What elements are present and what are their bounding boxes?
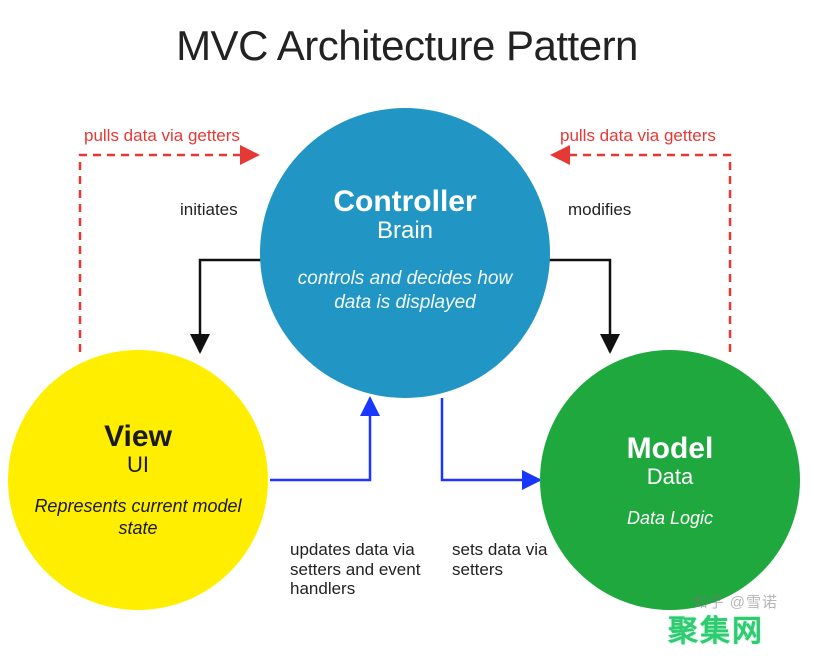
controller-node: Controller Brain controls and decides ho… [260, 108, 550, 398]
edge-initiates-label: initiates [180, 200, 238, 220]
model-subtitle: Data [647, 464, 693, 490]
edge-view-getters-label: pulls data via getters [84, 126, 240, 146]
watermark-site: 聚集网 [668, 606, 764, 650]
view-subtitle: UI [127, 452, 149, 478]
diagram-title: MVC Architecture Pattern [0, 22, 814, 70]
model-title: Model [627, 432, 714, 466]
controller-subtitle: Brain [377, 217, 433, 245]
controller-title: Controller [333, 185, 476, 219]
edge-modifies-label: modifies [568, 200, 631, 220]
edge-model-getters-label: pulls data via getters [560, 126, 716, 146]
edge-sets-label: sets data via setters [452, 540, 562, 579]
model-desc: Data Logic [627, 508, 713, 529]
model-node: Model Data Data Logic [540, 350, 800, 610]
view-desc: Represents current model state [28, 496, 248, 539]
edge-updates-label: updates data via setters and event handl… [290, 540, 440, 599]
controller-desc: controls and decides how data is display… [280, 267, 530, 315]
view-title: View [104, 420, 172, 454]
view-node: View UI Represents current model state [8, 350, 268, 610]
